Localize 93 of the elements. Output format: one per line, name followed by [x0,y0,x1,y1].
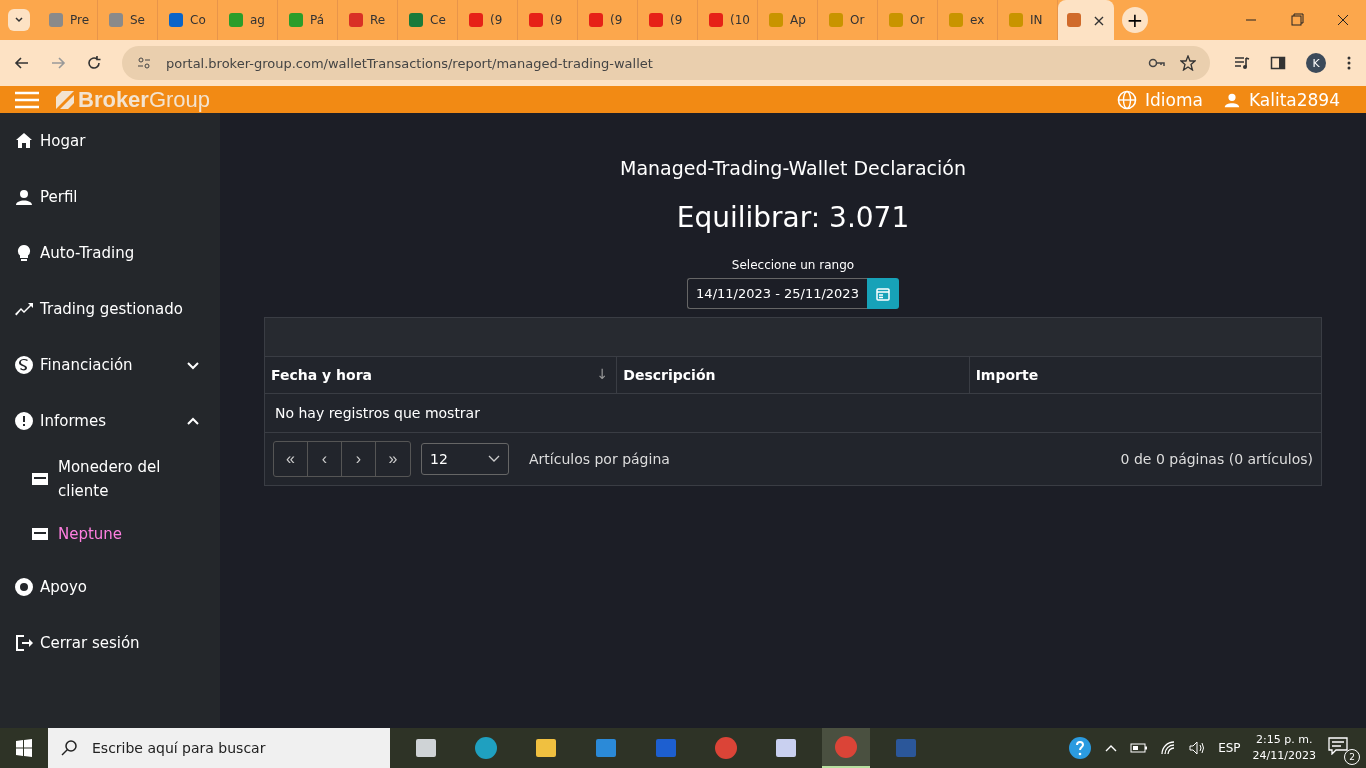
side-panel-icon[interactable] [1270,55,1286,71]
sidebar-subitem[interactable]: Monedero del cliente [0,449,220,509]
chevron-up-icon[interactable] [1104,743,1119,753]
favicon-icon [648,12,664,28]
star-icon[interactable] [1180,55,1196,71]
person-icon [14,187,34,207]
browser-tab[interactable]: × [1058,0,1114,40]
alert-icon [14,411,34,431]
favicon-icon [948,12,964,28]
dollar-icon [14,355,34,375]
clock-time[interactable]: 2:15 p. m. [1256,732,1313,748]
app-icon [774,736,798,760]
column-header[interactable]: Fecha y hora ↓ [265,357,618,393]
clock-date[interactable]: 24/11/2023 [1252,748,1316,764]
language-indicator[interactable]: ESP [1218,741,1241,755]
battery-icon[interactable] [1130,742,1149,754]
app-icon [894,736,918,760]
pager-button[interactable]: › [342,442,376,476]
pager-button[interactable]: ‹ [308,442,342,476]
close-tab-button[interactable]: × [1092,10,1106,30]
page-size-dropdown[interactable]: 12 [421,443,509,475]
balance-text: Equilibrar: 3.071 [676,201,910,234]
home-icon [14,131,34,151]
favicon-icon [408,12,424,28]
pager-button[interactable]: » [376,442,410,476]
sidebar-item[interactable]: Cerrar sesión [0,615,220,671]
sidebar-subitem[interactable]: Neptune [0,509,220,559]
favicon-icon [588,12,604,28]
sidebar-item[interactable]: Financiación [0,337,220,393]
page-size-label: Artículos por página [529,451,670,467]
new-tab-button[interactable]: + [1122,7,1148,33]
profile-avatar[interactable]: K [1306,53,1326,73]
logo-icon [54,88,76,111]
search-icon [60,739,78,757]
help-icon[interactable] [1068,736,1093,760]
sidebar-item[interactable]: Auto-Trading [0,225,220,281]
favicon-icon [768,12,784,28]
taskbar-search-field[interactable]: Escribe aquí para buscar [48,728,390,768]
more-icon[interactable] [1346,55,1352,71]
favicon-icon [228,12,244,28]
favicon-icon [828,12,844,28]
app-icon [474,736,498,760]
notification-icon[interactable] [1328,737,1348,755]
search-input[interactable]: Escribe aquí para buscar [90,739,390,757]
app-icon [714,736,738,760]
page-title: Managed-Trading-Wallet Declaración [620,157,966,179]
favicon-icon [168,12,184,28]
speaker-icon[interactable] [1188,740,1207,756]
address-field[interactable]: portal.broker-group.com/walletTransactions/report/managed-trading-wallet [122,46,1210,80]
calendar-button[interactable] [866,278,899,309]
favicon-icon [108,12,124,28]
wifi-icon[interactable] [1160,740,1177,756]
favicon-icon [528,12,544,28]
taskbar-app[interactable] [822,728,870,768]
column-header[interactable]: Importe [969,357,1321,393]
media-icon[interactable] [1234,55,1250,71]
favicon-icon [708,12,724,28]
pager-button[interactable]: « [274,442,308,476]
date-range-field[interactable]: 14/11/2023 - 25/11/2023 [687,278,867,309]
pager-summary: 0 de 0 páginas (0 artículos) [1120,451,1313,467]
sidebar-item[interactable]: Trading gestionado [0,281,220,337]
app-icon [834,735,858,759]
favicon-icon [1066,12,1083,28]
chevron-down-icon [14,15,24,25]
favicon-icon [348,12,364,28]
back-arrow-icon[interactable] [14,55,30,71]
lifebuoy-icon [14,577,34,597]
globe-icon [1117,89,1138,110]
logout-icon [14,633,34,653]
sidebar-item[interactable]: Informes [0,393,220,449]
app-icon [534,736,558,760]
empty-message: No hay registros que mostrar [265,394,1321,433]
sidebar-item[interactable]: Hogar [0,113,220,169]
logo-text: BrokerGroup [78,86,211,113]
sidebar-item[interactable]: Apoyo [0,559,220,615]
site-settings-icon[interactable] [136,55,152,71]
app-icon [414,736,438,760]
reload-icon[interactable] [86,55,102,71]
favicon-icon [468,12,484,28]
calendar-icon [875,286,890,301]
chevron-down-icon [488,455,500,463]
favicon-icon [888,12,904,28]
app-icon [594,736,618,760]
notification-count: 2 [1344,749,1360,765]
column-header[interactable]: Descripción [617,357,970,393]
sidebar-item[interactable]: Perfil [0,169,220,225]
range-label: Seleccione un rango [731,258,855,272]
favicon-icon [288,12,304,28]
favicon-icon [1008,12,1024,28]
tab-search-button[interactable] [8,9,30,31]
sort-arrow-icon[interactable]: ↓ [596,366,609,382]
favicon-icon [48,12,64,28]
app-icon [654,736,678,760]
